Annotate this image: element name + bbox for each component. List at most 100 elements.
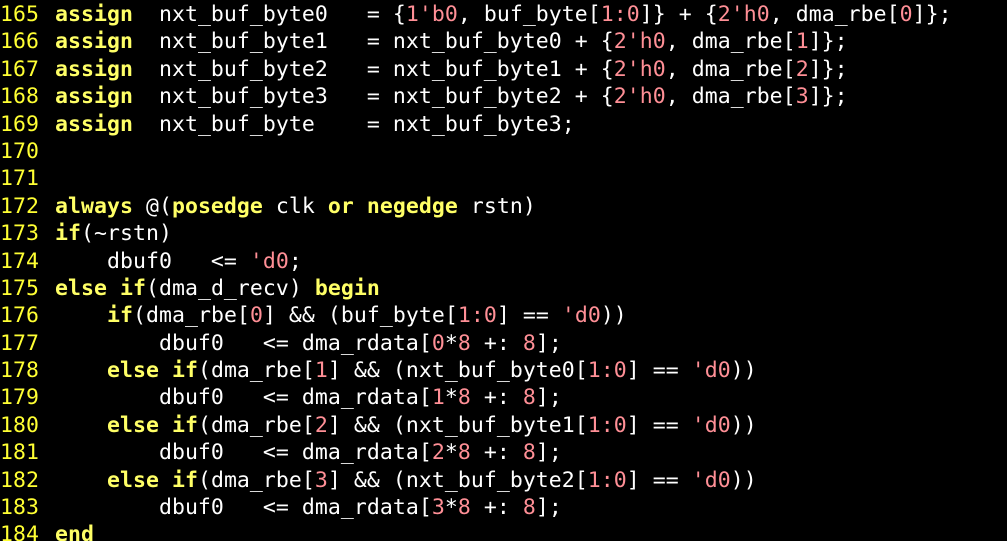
code-editor[interactable]: 165 assign nxt_buf_byte0 = {1'b0, buf_byt… — [0, 0, 1007, 541]
keyword-token: negedge — [366, 193, 458, 219]
code-token: ]; — [535, 385, 562, 411]
keyword-token: end — [55, 522, 94, 541]
code-line[interactable]: 177 dbuf0 <= dma_rdata[0*8 +: 8]; — [0, 330, 1007, 357]
code-line[interactable]: 184 end — [0, 521, 1007, 541]
code-line[interactable]: 165 assign nxt_buf_byte0 = {1'b0, buf_byt… — [0, 1, 1007, 28]
code-line[interactable]: 176 if(dma_rbe[0] && (buf_byte[1:0] == '… — [0, 302, 1007, 329]
code-token: , buf_byte[ — [457, 2, 601, 27]
literal-token: 1'b0 — [405, 2, 458, 27]
line-number: 171 — [0, 166, 39, 192]
code-token: ] == — [626, 412, 692, 438]
code-token: ]}; — [808, 84, 848, 110]
literal-token: 1:0 — [587, 467, 627, 493]
code-token: ] == — [626, 467, 692, 493]
code-token: (dma_rbe[ — [197, 358, 315, 384]
line-number: 182 — [0, 467, 39, 493]
code-line[interactable]: 169 assign nxt_buf_byte = nxt_buf_byte3; — [0, 111, 1007, 138]
line-number: 166 — [0, 29, 39, 55]
code-token: ]; — [535, 330, 562, 356]
code-text[interactable]: assign nxt_buf_byte3 = nxt_buf_byte2 + {… — [55, 83, 848, 110]
keyword-token: else if — [55, 275, 146, 301]
keyword-token: if — [55, 221, 81, 247]
keyword-token: posedge — [171, 193, 263, 219]
code-text[interactable]: else if(dma_rbe[3] && (nxt_buf_byte2[1:0… — [55, 467, 757, 494]
code-token: )) — [730, 412, 757, 438]
line-number: 177 — [0, 330, 39, 356]
line-number: 183 — [0, 495, 39, 521]
code-text[interactable]: end — [55, 521, 94, 541]
literal-token: 'd0 — [561, 303, 601, 329]
code-line[interactable]: 171 — [0, 165, 1007, 192]
code-token: ]; — [535, 440, 562, 466]
code-text[interactable]: assign nxt_buf_byte0 = {1'b0, buf_byte[1… — [55, 1, 952, 28]
line-number: 167 — [0, 56, 39, 82]
code-token: * — [444, 330, 458, 356]
keyword-token: begin — [314, 275, 380, 301]
code-token: ; — [288, 248, 302, 274]
code-text[interactable]: else if(dma_rbe[2] && (nxt_buf_byte1[1:0… — [55, 412, 757, 439]
code-token: rstn) — [457, 193, 536, 219]
code-text[interactable]: dbuf0 <= dma_rdata[0*8 +: 8]; — [55, 330, 562, 357]
code-token: ]; — [535, 495, 562, 521]
code-token: @( — [132, 193, 172, 219]
code-line[interactable]: 170 — [0, 138, 1007, 165]
code-text[interactable]: always @(posedge clk or negedge rstn) — [55, 193, 536, 220]
literal-token: 2'h0 — [613, 29, 666, 55]
literal-token: 8 — [522, 495, 536, 521]
code-line[interactable]: 167 assign nxt_buf_byte2 = nxt_buf_byte1 … — [0, 56, 1007, 83]
literal-token: 0 — [249, 303, 263, 329]
code-text[interactable]: else if(dma_d_recv) begin — [55, 275, 380, 302]
code-text[interactable]: assign nxt_buf_byte1 = nxt_buf_byte0 + {… — [55, 28, 848, 55]
line-number: 181 — [0, 440, 39, 466]
keyword-token: always — [55, 193, 133, 219]
literal-token: 8 — [457, 330, 471, 356]
literal-token: 8 — [457, 440, 471, 466]
code-text[interactable]: assign nxt_buf_byte = nxt_buf_byte3; — [55, 111, 575, 138]
literal-token: 2 — [795, 56, 809, 82]
code-line[interactable]: 166 assign nxt_buf_byte1 = nxt_buf_byte0 … — [0, 28, 1007, 55]
literal-token: 8 — [522, 440, 536, 466]
code-token: , dma_rbe[ — [769, 2, 900, 27]
literal-token: 1:0 — [587, 412, 627, 438]
code-token: ]}; — [912, 2, 952, 27]
code-token: nxt_buf_byte0 = { — [132, 2, 406, 27]
code-token: (~rstn) — [81, 221, 172, 247]
code-text[interactable]: if(~rstn) — [55, 220, 172, 247]
keyword-token: assign — [55, 2, 133, 27]
literal-token: 2 — [314, 412, 328, 438]
line-number: 174 — [0, 248, 39, 274]
code-line[interactable]: 178 else if(dma_rbe[1] && (nxt_buf_byte0… — [0, 357, 1007, 384]
code-line[interactable]: 180 else if(dma_rbe[2] && (nxt_buf_byte1… — [0, 412, 1007, 439]
code-token: dbuf0 <= dma_rdata[ — [55, 330, 432, 356]
code-line[interactable]: 183 dbuf0 <= dma_rdata[3*8 +: 8]; — [0, 494, 1007, 521]
literal-token: 1 — [431, 385, 445, 411]
code-line[interactable]: 168 assign nxt_buf_byte3 = nxt_buf_byte2 … — [0, 83, 1007, 110]
code-text[interactable]: assign nxt_buf_byte2 = nxt_buf_byte1 + {… — [55, 56, 848, 83]
code-line[interactable]: 172 always @(posedge clk or negedge rstn) — [0, 193, 1007, 220]
keyword-token: else if — [106, 412, 198, 438]
code-line[interactable]: 179 dbuf0 <= dma_rdata[1*8 +: 8]; — [0, 384, 1007, 411]
code-token: +: — [470, 440, 523, 466]
code-text[interactable]: else if(dma_rbe[1] && (nxt_buf_byte0[1:0… — [55, 357, 757, 384]
line-number: 178 — [0, 358, 39, 384]
code-text[interactable]: dbuf0 <= dma_rdata[2*8 +: 8]; — [55, 439, 562, 466]
line-number: 176 — [0, 303, 39, 329]
keyword-token: assign — [55, 111, 133, 137]
code-token: ]} + { — [639, 2, 718, 27]
code-line[interactable]: 173 if(~rstn) — [0, 220, 1007, 247]
code-line[interactable]: 174 dbuf0 <= 'd0; — [0, 248, 1007, 275]
code-line[interactable]: 182 else if(dma_rbe[3] && (nxt_buf_byte2… — [0, 467, 1007, 494]
code-line[interactable]: 175 else if(dma_d_recv) begin — [0, 275, 1007, 302]
code-token: clk — [262, 193, 328, 219]
line-number: 179 — [0, 385, 39, 411]
code-text[interactable]: dbuf0 <= dma_rdata[3*8 +: 8]; — [55, 494, 562, 521]
literal-token: 'd0 — [691, 412, 731, 438]
code-token: ] && (nxt_buf_byte0[ — [327, 358, 588, 384]
code-text[interactable]: dbuf0 <= 'd0; — [55, 248, 302, 275]
code-text[interactable]: if(dma_rbe[0] && (buf_byte[1:0] == 'd0)) — [55, 302, 627, 329]
code-line[interactable]: 181 dbuf0 <= dma_rdata[2*8 +: 8]; — [0, 439, 1007, 466]
code-token: dbuf0 <= dma_rdata[ — [55, 385, 432, 411]
code-text[interactable]: dbuf0 <= dma_rdata[1*8 +: 8]; — [55, 384, 562, 411]
